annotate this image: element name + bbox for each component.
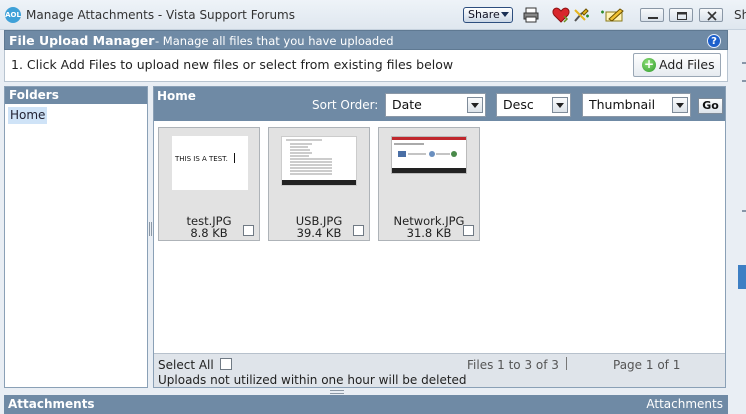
folder-item-home[interactable]: Home bbox=[8, 107, 48, 124]
page-info: Page 1 of 1 bbox=[613, 358, 681, 372]
device-list-screenshot-thumbnail bbox=[282, 137, 356, 185]
heart-icon[interactable] bbox=[552, 7, 570, 23]
background-edge-divider bbox=[742, 80, 746, 82]
pencil-icon[interactable] bbox=[600, 7, 624, 23]
attachments-bar: Attachments Attachments bbox=[4, 395, 728, 414]
files-count: Files 1 to 3 of 3 bbox=[467, 358, 559, 372]
sort-order-label: Sort Order: bbox=[312, 98, 379, 112]
chevron-down-icon bbox=[552, 97, 568, 113]
files-panel-footer: Select All Files 1 to 3 of 3 Page 1 of 1… bbox=[154, 353, 725, 387]
horizontal-splitter-handle[interactable] bbox=[330, 390, 344, 394]
file-tile[interactable]: THIS IS A TEST. test.JPG 8.8 KB bbox=[158, 127, 260, 241]
files-panel: Home Sort Order: Date Desc Thumbnail Go … bbox=[153, 86, 726, 388]
file-thumbnail bbox=[391, 136, 467, 174]
sort-field-select[interactable]: Date bbox=[385, 93, 486, 117]
share-button[interactable]: Share bbox=[463, 7, 513, 23]
add-files-button[interactable]: + Add Files bbox=[633, 53, 721, 77]
background-edge-divider bbox=[742, 210, 746, 212]
minimize-icon bbox=[648, 17, 658, 19]
files-grid: THIS IS A TEST. test.JPG 8.8 KB USB.JPG … bbox=[154, 121, 725, 353]
add-files-label: Add Files bbox=[659, 57, 715, 72]
page-subtitle: - Manage all files that you have uploade… bbox=[155, 34, 394, 48]
chevron-down-icon bbox=[501, 12, 509, 17]
sort-direction-select[interactable]: Desc bbox=[496, 93, 571, 117]
share-button-label: Share bbox=[468, 8, 500, 21]
upload-expiry-note: Uploads not utilized within one hour wil… bbox=[158, 373, 467, 387]
go-button[interactable]: Go bbox=[698, 98, 723, 114]
chevron-down-icon bbox=[672, 97, 688, 113]
file-tile[interactable]: USB.JPG 39.4 KB bbox=[268, 127, 370, 241]
files-panel-header: Home Sort Order: Date Desc Thumbnail Go bbox=[154, 87, 725, 121]
attachments-title: Attachments bbox=[8, 397, 95, 411]
footer-divider bbox=[566, 357, 567, 370]
window-title: Manage Attachments - Vista Support Forum… bbox=[26, 8, 295, 22]
help-icon[interactable]: ? bbox=[707, 34, 721, 48]
sort-direction-value: Desc bbox=[503, 97, 534, 112]
select-all-label: Select All bbox=[158, 358, 214, 372]
folders-title: Folders bbox=[5, 87, 147, 104]
attachments-link[interactable]: Attachments bbox=[646, 397, 723, 411]
restore-button[interactable] bbox=[669, 8, 693, 22]
instructions-text: 1. Click Add Files to upload new files o… bbox=[11, 57, 454, 72]
thumbnail-text: THIS IS A TEST. bbox=[175, 155, 228, 163]
select-all-checkbox[interactable] bbox=[220, 358, 232, 370]
file-tile[interactable]: Network.JPG 31.8 KB bbox=[378, 127, 480, 241]
add-icon: + bbox=[642, 57, 656, 72]
vertical-splitter-handle[interactable] bbox=[149, 222, 152, 236]
close-button[interactable] bbox=[699, 8, 723, 22]
file-select-checkbox[interactable] bbox=[463, 225, 474, 236]
view-mode-value: Thumbnail bbox=[589, 97, 656, 112]
background-edge-tab bbox=[738, 265, 746, 289]
background-window-edge-text: Sh bbox=[734, 8, 746, 22]
chevron-down-icon bbox=[467, 97, 483, 113]
file-select-checkbox[interactable] bbox=[353, 225, 364, 236]
file-select-checkbox[interactable] bbox=[243, 225, 254, 236]
minimize-button[interactable] bbox=[640, 8, 664, 22]
view-mode-select[interactable]: Thumbnail bbox=[582, 93, 691, 117]
file-thumbnail: THIS IS A TEST. bbox=[172, 136, 248, 190]
current-folder-title: Home bbox=[157, 89, 196, 103]
print-icon[interactable] bbox=[522, 7, 540, 23]
file-thumbnail bbox=[281, 136, 357, 186]
window-titlebar: AOL Manage Attachments - Vista Support F… bbox=[0, 0, 746, 30]
tools-icon[interactable] bbox=[572, 7, 590, 23]
sort-field-value: Date bbox=[392, 97, 422, 112]
restore-icon bbox=[677, 12, 687, 20]
upload-manager-header: File Upload Manager - Manage all files t… bbox=[4, 30, 728, 50]
instructions-row: 1. Click Add Files to upload new files o… bbox=[4, 50, 728, 82]
close-icon bbox=[707, 11, 717, 21]
aol-logo-icon: AOL bbox=[5, 7, 21, 23]
page-title: File Upload Manager bbox=[9, 33, 155, 48]
folders-panel: Folders Home bbox=[4, 86, 148, 388]
network-screenshot-thumbnail bbox=[392, 137, 466, 173]
text-cursor-icon bbox=[234, 153, 235, 163]
background-edge-divider bbox=[742, 62, 746, 64]
